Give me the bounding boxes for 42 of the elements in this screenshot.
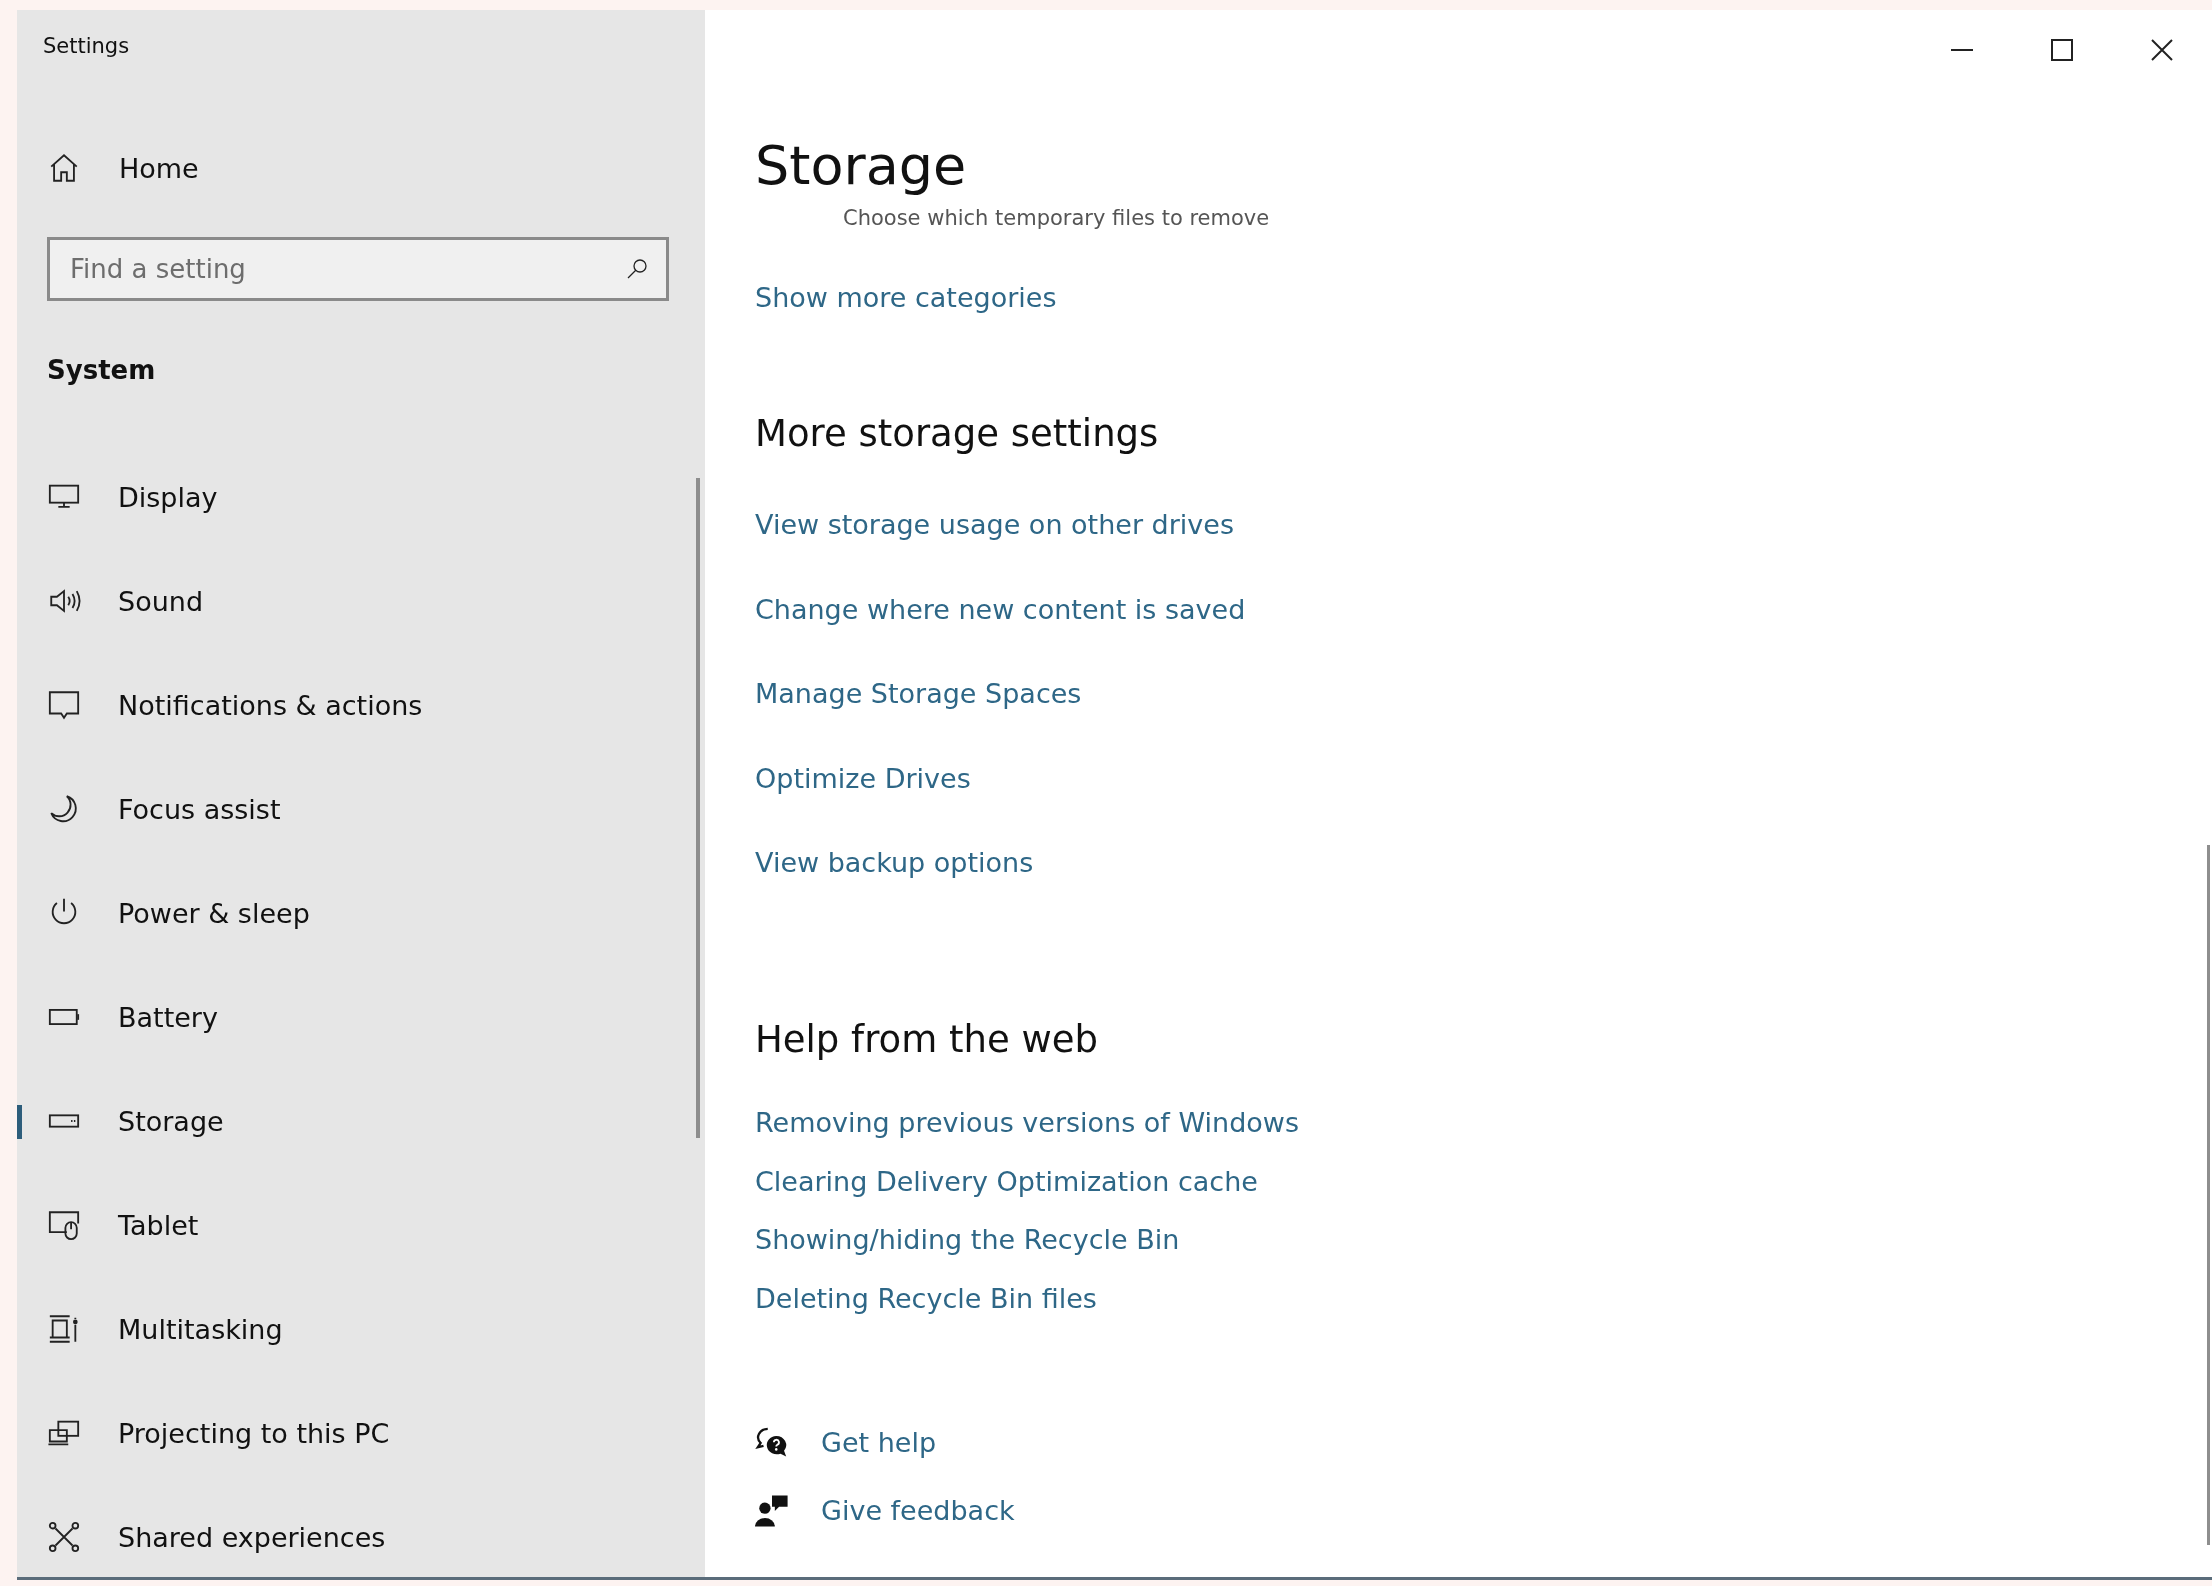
- scrollbar[interactable]: [2207, 845, 2210, 1545]
- nav-item[interactable]: Tablet: [17, 1173, 705, 1277]
- tablet-touch-icon: [47, 1208, 81, 1242]
- description-text: Choose which temporary files to remove: [843, 205, 1270, 232]
- settings-link[interactable]: Clearing Delivery Optimization cache: [755, 1161, 1258, 1202]
- nav-item[interactable]: Battery: [17, 965, 705, 1069]
- settings-link[interactable]: Deleting Recycle Bin files: [755, 1278, 1097, 1319]
- section-heading: System: [47, 354, 156, 387]
- search-field[interactable]: Find a setting: [47, 237, 669, 301]
- give-feedback-link[interactable]: Give feedback: [821, 1490, 1015, 1531]
- nav-item[interactable]: Power & sleep: [17, 861, 705, 965]
- nav-item[interactable]: Notifications & actions: [17, 653, 705, 757]
- settings-link[interactable]: Showing/hiding the Recycle Bin: [755, 1220, 1180, 1260]
- show-more-link[interactable]: Show more categories: [755, 278, 1057, 318]
- scrollbar[interactable]: [696, 478, 700, 1138]
- nav-item[interactable]: Projecting to this PC: [17, 1381, 705, 1485]
- nav-item[interactable]: Display: [17, 445, 705, 549]
- feedback-person-icon: [755, 1493, 789, 1528]
- search-icon: [625, 257, 649, 281]
- settings-link[interactable]: View backup options: [755, 843, 1034, 883]
- section-heading: More storage settings: [755, 411, 1159, 457]
- settings-link[interactable]: Change where new content is saved: [755, 589, 1246, 630]
- multitasking-icon: [47, 1312, 81, 1346]
- speech-bubble-icon: [47, 688, 81, 722]
- settings-link[interactable]: Manage Storage Spaces: [755, 674, 1082, 714]
- nav-item[interactable]: Focus assist: [17, 757, 705, 861]
- nav-item[interactable]: Shared experiences: [17, 1485, 705, 1586]
- settings-link[interactable]: Removing previous versions of Windows: [755, 1103, 1299, 1143]
- close-icon: [2150, 38, 2174, 62]
- network-nodes-icon: [47, 1520, 81, 1554]
- settings-link[interactable]: View storage usage on other drives: [755, 505, 1234, 545]
- section-heading: Help from the web: [755, 1017, 1098, 1063]
- get-help-link[interactable]: Get help: [821, 1422, 937, 1463]
- nav-item[interactable]: Multitasking: [17, 1277, 705, 1381]
- nav-item[interactable]: Storage: [17, 1069, 705, 1173]
- settings-link[interactable]: Optimize Drives: [755, 758, 971, 799]
- home-link[interactable]: Home: [47, 143, 199, 193]
- maximize-icon: [2050, 38, 2074, 62]
- nav-item[interactable]: Sound: [17, 549, 705, 653]
- minimize-icon: [1950, 49, 1974, 51]
- page-title: Storage: [755, 133, 967, 199]
- window-title: Settings: [43, 33, 130, 60]
